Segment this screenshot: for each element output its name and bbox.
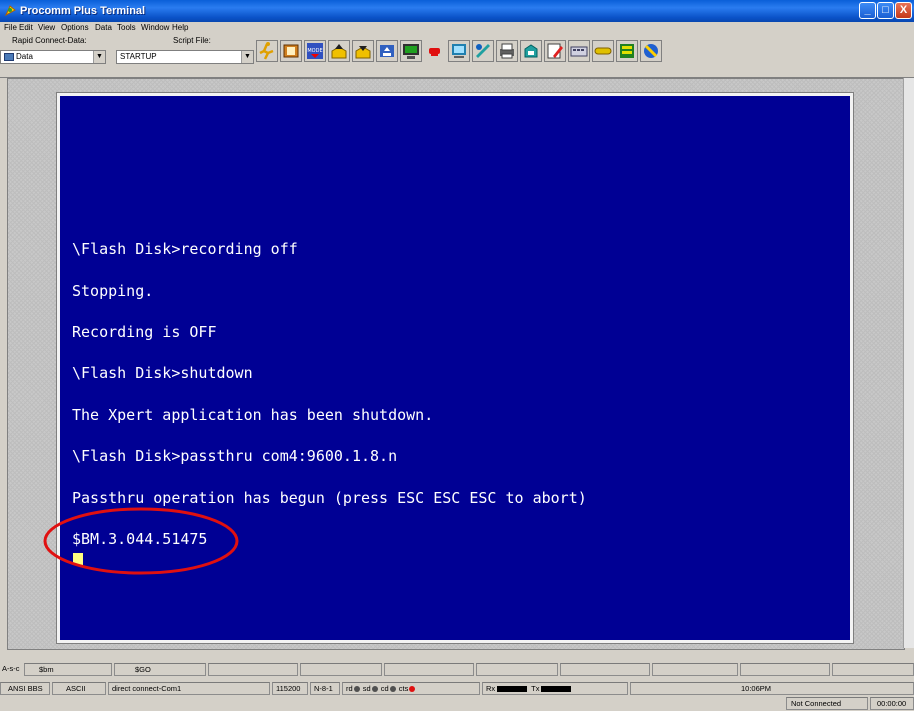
data-connection-icon [4,52,14,61]
script-file-label: Script File: [173,36,211,45]
rapid-connect-label: Rapid Connect-Data: [12,36,87,45]
meta-key-bar: A-s-c $bm $GO [0,663,914,677]
sd-label: sd [362,684,371,693]
connection-state-bar: Not Connected 00:00:00 [0,697,914,711]
terminal-line: Passthru operation has begun (press ESC … [72,489,587,507]
menu-file[interactable]: File [4,23,17,32]
clock-status: 10:06PM [630,682,914,695]
procomm-app-icon [4,5,16,17]
script-file-combo[interactable]: STARTUP ▼ [116,50,254,64]
terminal-line: Recording is OFF [72,323,217,341]
rx-meter-icon [497,686,528,693]
chevron-down-icon[interactable]: ▼ [241,51,253,63]
rapid-connect-value: Data [16,52,33,61]
window-title: Procomm Plus Terminal [20,5,146,17]
minimize-button[interactable]: _ [859,2,876,19]
terminal-line: \Flash Disk>passthru com4:9600.1.8.n [72,447,398,465]
transfer-protocol-status[interactable]: ASCII [52,682,106,695]
script-file-value: STARTUP [120,52,157,61]
close-button[interactable]: X [895,2,912,19]
toolbar: Rapid Connect-Data: Data ▼ Script File: … [0,35,914,78]
receive-icon[interactable] [376,40,398,62]
keyboard-icon[interactable] [568,40,590,62]
rapid-connect-combo[interactable]: Data ▼ [0,50,106,64]
help-icon[interactable] [640,40,662,62]
sd-indicator-icon [371,686,378,693]
meta-key-button[interactable]: $GO [114,663,206,676]
printer-icon[interactable] [496,40,518,62]
menu-edit[interactable]: Edit [19,23,33,32]
maximize-button[interactable]: □ [877,2,894,19]
download-icon[interactable] [352,40,374,62]
menu-window[interactable]: Window [141,23,169,32]
meta-key-button[interactable]: $bm [24,663,112,676]
phonebook-icon[interactable] [280,40,302,62]
baud-rate-status[interactable]: 115200 [272,682,308,695]
terminal-line: Stopping. [72,282,154,300]
terminal-line: \Flash Disk>shutdown [72,364,253,382]
signal-indicators: rd sd cd cts [342,682,480,695]
meta-key-button[interactable] [384,663,474,676]
emulation-status[interactable]: ANSI BBS [0,682,50,695]
terminal-icon[interactable] [448,40,470,62]
rx-label: Rx [486,684,496,693]
parity-status[interactable]: N-8-1 [310,682,340,695]
rd-label: rd [346,684,353,693]
meta-key-button[interactable] [740,663,830,676]
tx-label: Tx [531,684,540,693]
meta-key-button[interactable] [208,663,298,676]
tx-meter-icon [541,686,572,693]
upload-icon[interactable] [328,40,350,62]
runner-icon[interactable] [256,40,278,62]
elapsed-time: 00:00:00 [870,697,914,710]
menu-tools[interactable]: Tools [117,23,136,32]
connection-status[interactable]: direct connect-Com1 [108,682,270,695]
menu-help[interactable]: Help [172,23,188,32]
svg-text:MODE: MODE [307,48,322,54]
rx-tx-meter: Rx Tx [482,682,628,695]
edit-icon[interactable] [544,40,566,62]
meta-key-button[interactable] [560,663,650,676]
terminal-line: \Flash Disk>recording off [72,240,298,258]
cd-label: cd [380,684,389,693]
connection-state: Not Connected [786,697,868,710]
capture-icon[interactable] [472,40,494,62]
meta-key-label: A-s-c [0,663,20,676]
menu-view[interactable]: View [38,23,55,32]
cts-label: cts [398,684,409,693]
title-bar: Procomm Plus Terminal _ □ X [0,0,914,22]
monitor-icon[interactable] [400,40,422,62]
cts-indicator-icon [409,686,416,693]
rd-indicator-icon [353,686,360,693]
meta-key-button[interactable] [832,663,914,676]
terminal-line: The Xpert application has been shutdown. [72,406,434,424]
menu-data[interactable]: Data [95,23,112,32]
hangup-icon[interactable] [592,40,614,62]
meta-key-button[interactable] [652,663,738,676]
vertical-scrollbar[interactable] [903,78,914,648]
menu-options[interactable]: Options [61,23,89,32]
tray-icon[interactable] [520,40,542,62]
highlight-ellipse [43,507,239,575]
menu-bar: File Edit View Options Data Tools Window… [0,22,914,35]
setup-icon[interactable] [616,40,638,62]
status-bar: ANSI BBS ASCII direct connect-Com1 11520… [0,682,914,696]
mode-icon[interactable]: MODE [304,40,326,62]
meta-key-button[interactable] [300,663,382,676]
red-phone-icon[interactable] [424,40,446,62]
cd-indicator-icon [389,686,396,693]
chevron-down-icon[interactable]: ▼ [93,51,105,63]
meta-key-button[interactable] [476,663,558,676]
